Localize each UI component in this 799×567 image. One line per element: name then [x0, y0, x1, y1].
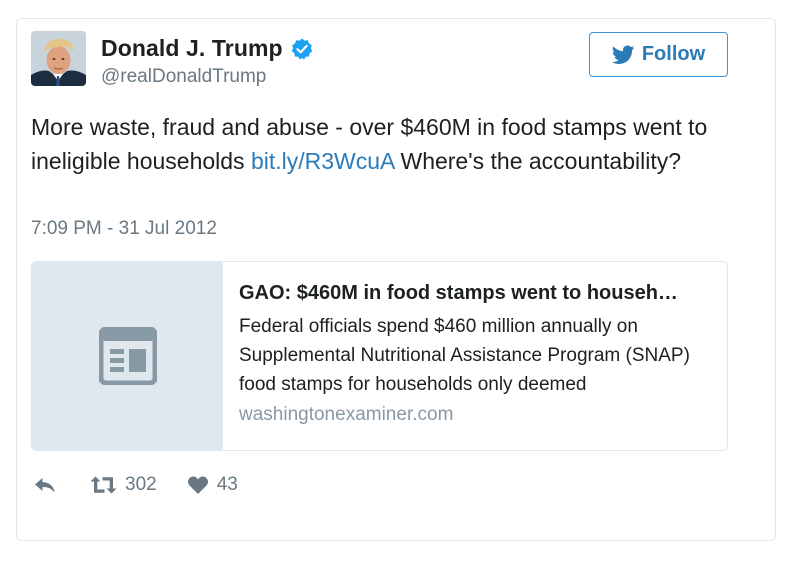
- follow-label: Follow: [641, 43, 706, 65]
- avatar-image: [31, 31, 86, 86]
- reply-button[interactable]: [33, 475, 57, 495]
- link-title: GAO: $460M in food stamps went to househ…: [239, 282, 678, 304]
- like-count: 43: [216, 474, 238, 495]
- author-name[interactable]: Donald J. Trump: [101, 35, 283, 62]
- author-handle[interactable]: @realDonaldTrump: [101, 66, 266, 88]
- link-domain: washingtonexaminer.com: [239, 404, 454, 425]
- tweet-timestamp[interactable]: 7:09 PM - 31 Jul 2012: [31, 218, 217, 240]
- retweet-button[interactable]: 302: [90, 474, 157, 496]
- verified-badge-icon: [291, 38, 312, 59]
- retweet-count: 302: [125, 474, 157, 495]
- link-description: Federal officials spend $460 million ann…: [239, 316, 690, 395]
- like-button[interactable]: 43: [187, 474, 238, 496]
- tweet-link[interactable]: bit.ly/R3WcuA: [251, 148, 394, 174]
- tweet-text-after-link: Where's the accountability?: [394, 148, 682, 174]
- retweet-icon: [90, 476, 117, 494]
- avatar[interactable]: [31, 31, 86, 86]
- tweet-text: More waste, fraud and abuse - over $460M…: [31, 110, 731, 178]
- author-row: Donald J. Trump: [101, 35, 314, 62]
- link-preview-card[interactable]: GAO: $460M in food stamps went to househ…: [31, 261, 728, 451]
- reply-icon: [35, 478, 55, 493]
- article-icon: [98, 327, 157, 385]
- link-body: GAO: $460M in food stamps went to househ…: [239, 280, 714, 428]
- follow-button[interactable]: Follow: [589, 32, 728, 77]
- twitter-bird-icon: [611, 45, 635, 64]
- heart-icon: [187, 476, 208, 494]
- tweet-actions: 302 43: [33, 474, 238, 496]
- link-thumbnail: [32, 262, 223, 450]
